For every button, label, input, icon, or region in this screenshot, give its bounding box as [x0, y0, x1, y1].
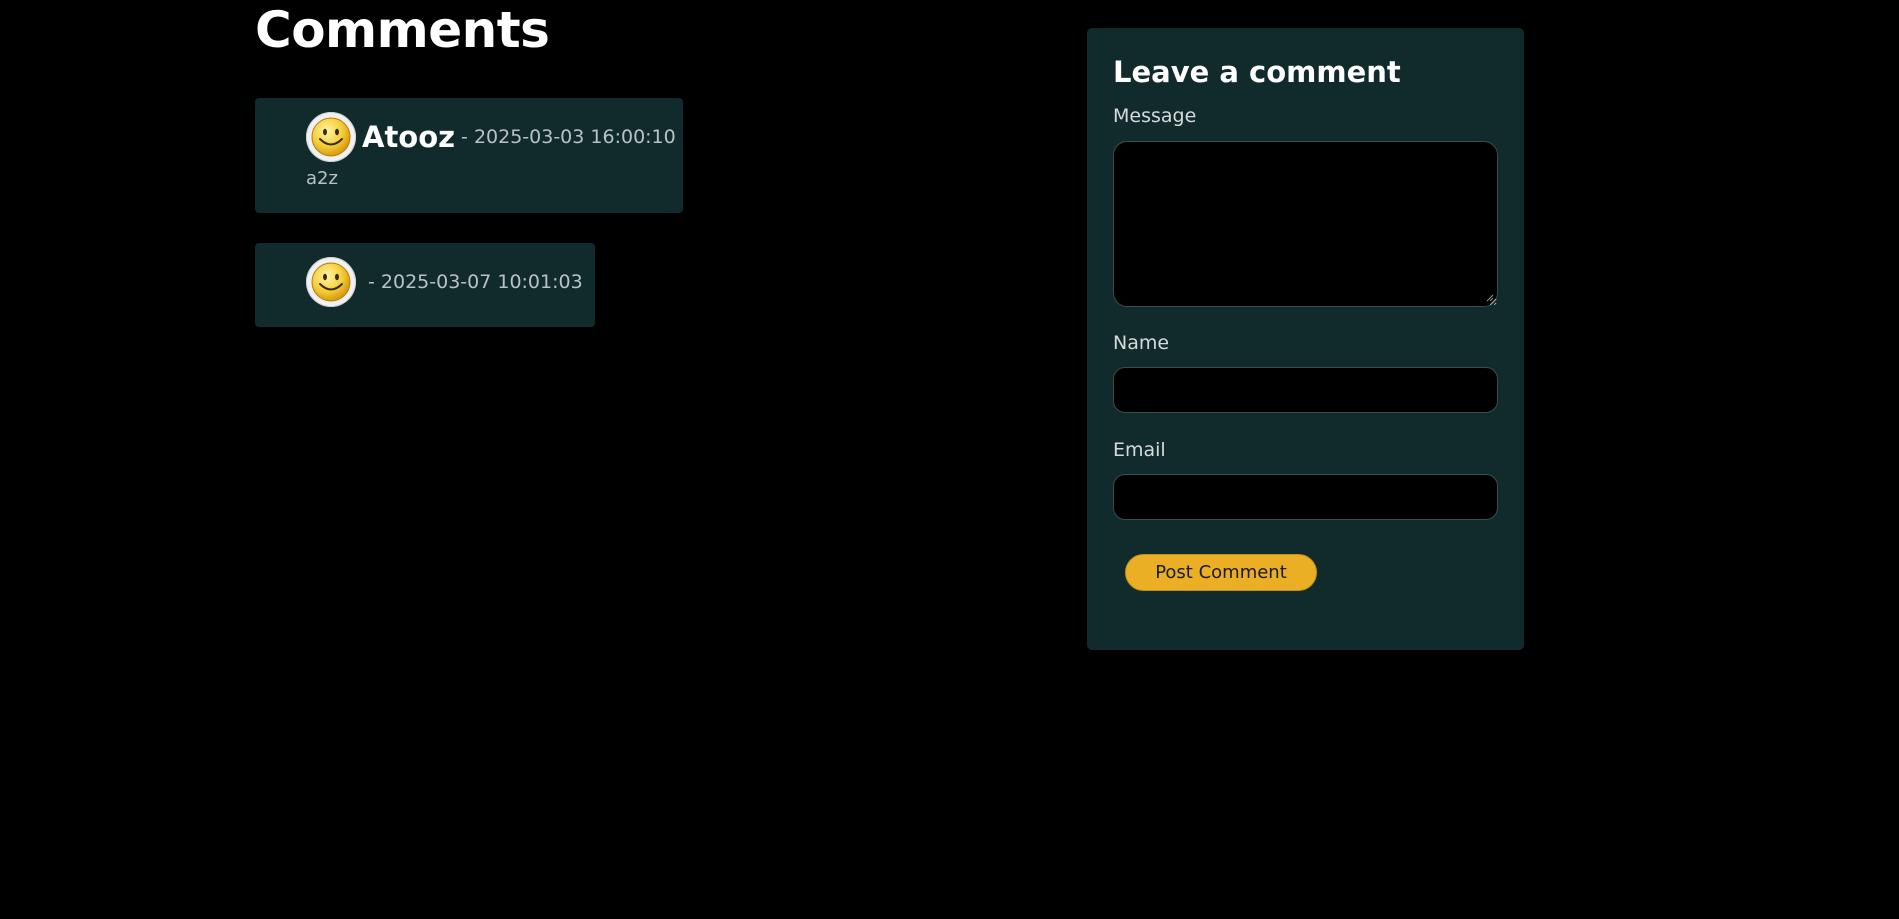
- message-textarea[interactable]: [1113, 141, 1498, 307]
- smiley-face-icon: [306, 257, 356, 307]
- comment-date: - 2025-03-07 10:01:03: [368, 271, 583, 293]
- comment-header: - 2025-03-07 10:01:03: [306, 257, 583, 307]
- message-label: Message: [1113, 105, 1197, 127]
- email-input[interactable]: [1113, 474, 1498, 520]
- comment-date: - 2025-03-03 16:00:10: [461, 126, 676, 148]
- comment-form-panel: Leave a comment Message Name Email Post …: [1087, 28, 1524, 650]
- comment-card: - 2025-03-07 10:01:03: [255, 243, 595, 327]
- comment-header: Atooz - 2025-03-03 16:00:10: [306, 112, 676, 162]
- name-input[interactable]: [1113, 367, 1498, 413]
- comment-author: Atooz: [362, 120, 456, 154]
- post-comment-button[interactable]: Post Comment: [1125, 554, 1317, 591]
- form-title: Leave a comment: [1113, 55, 1401, 89]
- comments-heading: Comments: [255, 1, 550, 59]
- comment-text: a2z: [306, 168, 338, 189]
- page: Comments Atooz - 2025-03-03 16:00:10 a2z…: [0, 0, 1899, 919]
- name-label: Name: [1113, 332, 1170, 354]
- smiley-face-icon: [306, 112, 356, 162]
- email-label: Email: [1113, 439, 1166, 461]
- comment-card: Atooz - 2025-03-03 16:00:10 a2z: [255, 98, 683, 213]
